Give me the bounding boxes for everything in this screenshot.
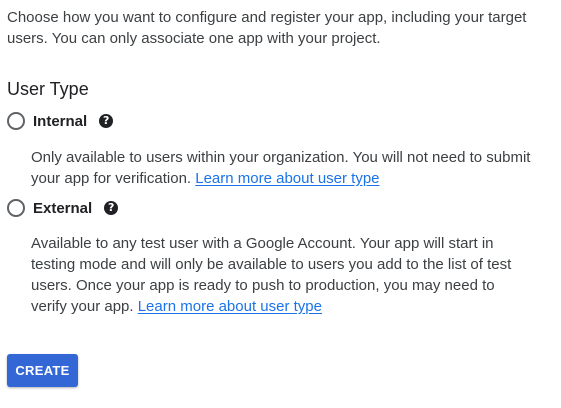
external-learn-more-link[interactable]: Learn more about user type (138, 298, 322, 315)
external-radio[interactable] (7, 199, 25, 217)
internal-label[interactable]: Internal (33, 113, 87, 130)
oauth-consent-user-type-page: Choose how you want to configure and reg… (0, 0, 561, 408)
user-type-heading: User Type (7, 79, 89, 99)
create-button[interactable]: CREATE (7, 354, 78, 387)
option-external[interactable]: External ? (7, 198, 119, 218)
external-label[interactable]: External (33, 200, 92, 217)
internal-description: Only available to users within your orga… (31, 147, 531, 189)
internal-radio[interactable] (7, 112, 25, 130)
option-internal[interactable]: Internal ? (7, 111, 114, 131)
external-help-icon[interactable]: ? (104, 201, 119, 215)
external-description: Available to any test user with a Google… (31, 233, 531, 317)
internal-help-icon[interactable]: ? (99, 114, 114, 128)
internal-learn-more-link[interactable]: Learn more about user type (195, 170, 379, 187)
intro-text: Choose how you want to configure and reg… (7, 9, 527, 47)
